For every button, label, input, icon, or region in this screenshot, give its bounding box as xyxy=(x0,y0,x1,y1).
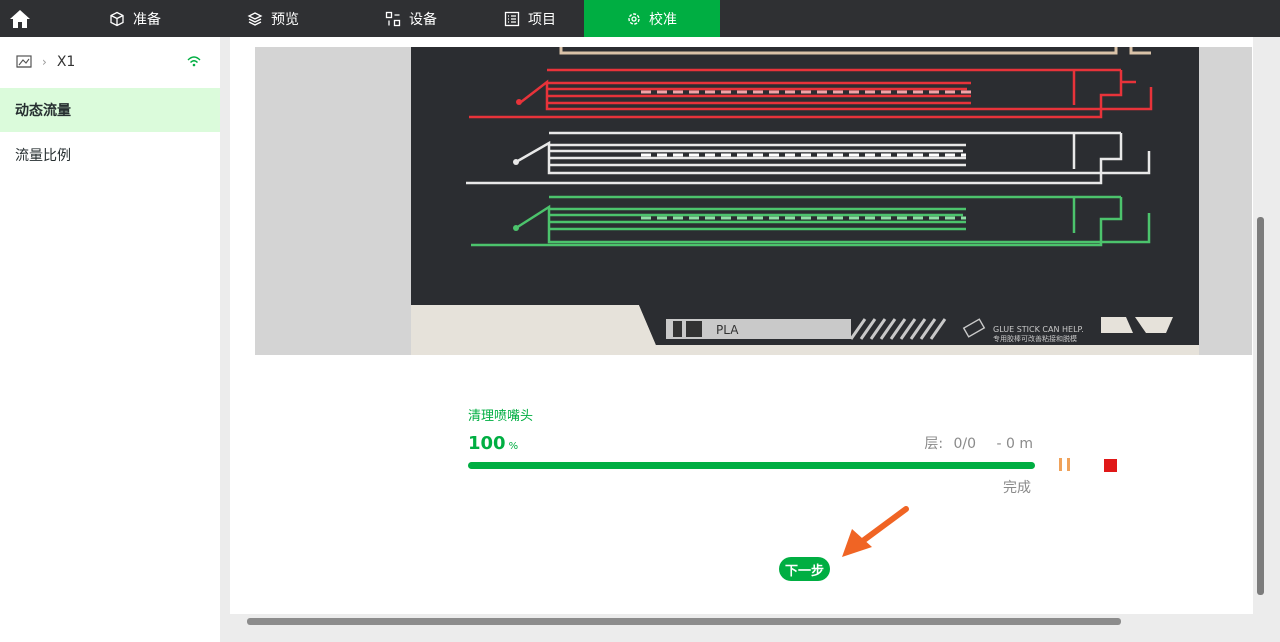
plate-label: PLA xyxy=(716,323,739,337)
print-stage: 清理喷嘴头 xyxy=(468,409,534,424)
progress-percent: 100% xyxy=(468,433,518,454)
remaining-time: - 0 m xyxy=(996,436,1034,452)
plate-hint-cn: 专用胶棒可改善粘接和脱模 xyxy=(993,334,1077,343)
percent-value: 100 xyxy=(468,433,506,454)
calibration-print-photo: PLA GLUE STICK CAN HELP. 专用胶棒可改善粘接和脱模 xyxy=(411,47,1199,355)
main-panel: PLA GLUE STICK CAN HELP. 专用胶棒可改善粘接和脱模 清理… xyxy=(230,37,1253,614)
camera-view: PLA GLUE STICK CAN HELP. 专用胶棒可改善粘接和脱模 xyxy=(255,47,1252,355)
vertical-scrollbar[interactable] xyxy=(1257,217,1264,595)
printer-icon xyxy=(16,55,32,68)
device-name: X1 xyxy=(56,54,76,70)
next-step-button[interactable]: 下一步 xyxy=(779,557,831,581)
arrow-annotation-icon xyxy=(842,506,909,557)
tab-calibration[interactable]: 校准 xyxy=(584,0,720,37)
top-nav-bar: 准备 预览 设备 项目 校准 xyxy=(0,0,1280,37)
calibrate-icon xyxy=(628,12,640,25)
sidebar-item-label: 流量比例 xyxy=(15,148,71,164)
tab-prepare[interactable]: 准备 xyxy=(70,0,200,37)
print-state: 完成 xyxy=(1003,480,1031,496)
pause-button[interactable] xyxy=(1059,458,1075,472)
progress-bar xyxy=(468,462,1035,469)
plate-hint-en: GLUE STICK CAN HELP. xyxy=(993,325,1084,334)
sidebar: › X1 动态流量 流量比例 xyxy=(0,37,220,642)
tab-prepare-label: 准备 xyxy=(133,11,161,28)
home-button[interactable] xyxy=(0,0,40,37)
stop-button[interactable] xyxy=(1104,459,1117,472)
device-icon xyxy=(385,11,401,26)
horizontal-scrollbar[interactable] xyxy=(247,618,1121,625)
sidebar-item-dynamic-flow[interactable]: 动态流量 xyxy=(0,88,220,132)
tab-project[interactable]: 项目 xyxy=(484,0,576,37)
progress-fill xyxy=(468,462,1035,469)
home-icon xyxy=(10,9,30,28)
tab-project-label: 项目 xyxy=(528,11,556,28)
wifi-icon xyxy=(187,56,201,67)
cube-icon xyxy=(110,11,124,26)
chevron-right-icon: › xyxy=(42,55,47,69)
layer-label: 层: xyxy=(924,436,944,452)
tab-device[interactable]: 设备 xyxy=(346,0,476,37)
sidebar-item-flow-rate[interactable]: 流量比例 xyxy=(0,133,220,177)
sidebar-item-label: 动态流量 xyxy=(15,103,71,119)
list-icon xyxy=(504,11,520,26)
pause-icon xyxy=(1059,458,1062,471)
tab-calibration-label: 校准 xyxy=(649,11,677,28)
tab-preview-label: 预览 xyxy=(271,11,299,28)
layer-info: 层: 0/0 - 0 m xyxy=(924,433,1033,453)
layer-value: 0/0 xyxy=(953,436,977,452)
percent-unit: % xyxy=(508,441,519,452)
layers-icon xyxy=(247,11,263,26)
tab-device-label: 设备 xyxy=(409,11,437,28)
tab-preview[interactable]: 预览 xyxy=(208,0,338,37)
